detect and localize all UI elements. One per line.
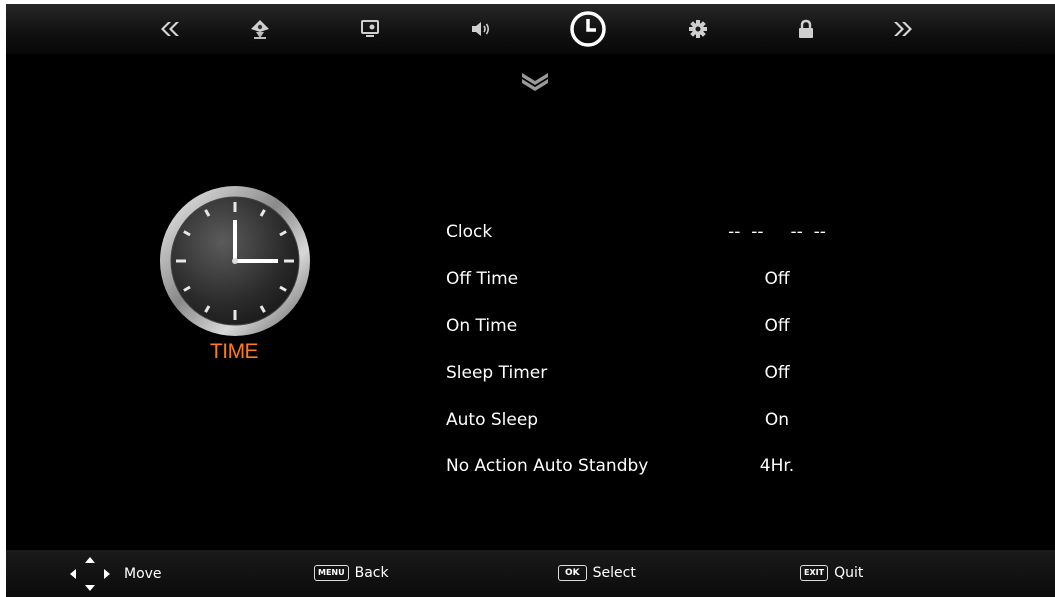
hint-select: OK Select xyxy=(558,562,636,584)
top-tab-bar xyxy=(6,4,1055,54)
picture-icon xyxy=(361,20,379,37)
footer-hint-bar: Move MENU Back OK Select EXIT Quit xyxy=(6,550,1055,597)
hint-move: Move xyxy=(66,554,162,594)
tab-channel[interactable] xyxy=(232,4,288,54)
tab-picture[interactable] xyxy=(342,4,398,54)
hint-quit: EXIT Quit xyxy=(800,562,863,584)
double-chevron-down-icon xyxy=(522,73,548,91)
menu-item-value: Off xyxy=(764,363,790,383)
gear-icon xyxy=(689,20,707,38)
next-page-button[interactable] xyxy=(876,4,932,54)
satellite-dish-icon xyxy=(251,20,269,39)
menu-item-clock[interactable]: Clock -- -- -- -- xyxy=(442,216,882,250)
lock-icon xyxy=(799,19,813,38)
hint-back: MENU Back xyxy=(314,562,389,584)
direction-arrows-icon xyxy=(70,557,110,591)
tab-lock[interactable] xyxy=(778,4,834,54)
time-section-clock-icon xyxy=(160,186,310,336)
menu-item-label: Sleep Timer xyxy=(446,363,548,383)
menu-item-value: Off xyxy=(764,316,790,336)
prev-page-button[interactable] xyxy=(141,4,197,54)
menu-item-on-time[interactable]: On Time Off xyxy=(442,310,882,344)
hint-back-label: Back xyxy=(354,565,389,581)
menu-item-label: On Time xyxy=(446,316,518,336)
double-chevron-left-icon xyxy=(161,22,179,36)
tab-setup[interactable] xyxy=(670,4,726,54)
menu-item-auto-sleep[interactable]: Auto Sleep On xyxy=(442,404,882,438)
menu-item-value: -- -- -- -- xyxy=(728,222,826,242)
menu-item-sleep-timer[interactable]: Sleep Timer Off xyxy=(442,357,882,391)
menu-item-no-action-auto-standby[interactable]: No Action Auto Standby 4Hr. xyxy=(442,450,882,484)
menu-key-icon: MENU xyxy=(314,565,349,581)
tab-sound[interactable] xyxy=(453,4,509,54)
hint-move-label: Move xyxy=(124,566,162,582)
menu-item-label: Clock xyxy=(446,222,493,242)
menu-item-label: No Action Auto Standby xyxy=(446,456,649,476)
time-settings-screen: TIME Clock -- -- -- -- Off Time Off On T… xyxy=(6,4,1055,597)
menu-item-value: Off xyxy=(764,269,790,289)
menu-item-off-time[interactable]: Off Time Off xyxy=(442,263,882,297)
section-title: TIME xyxy=(209,340,259,363)
menu-item-value: On xyxy=(764,410,790,430)
hint-quit-label: Quit xyxy=(834,565,864,581)
menu-item-label: Off Time xyxy=(446,269,519,289)
double-chevron-right-icon xyxy=(894,22,912,36)
hint-select-label: Select xyxy=(592,565,636,581)
ok-key-icon: OK xyxy=(558,565,587,581)
speaker-icon xyxy=(472,22,490,36)
menu-item-value: 4Hr. xyxy=(759,456,795,476)
tab-time[interactable] xyxy=(560,4,616,54)
exit-key-icon: EXIT xyxy=(800,565,829,581)
menu-item-label: Auto Sleep xyxy=(446,410,539,430)
clock-icon xyxy=(570,11,606,47)
